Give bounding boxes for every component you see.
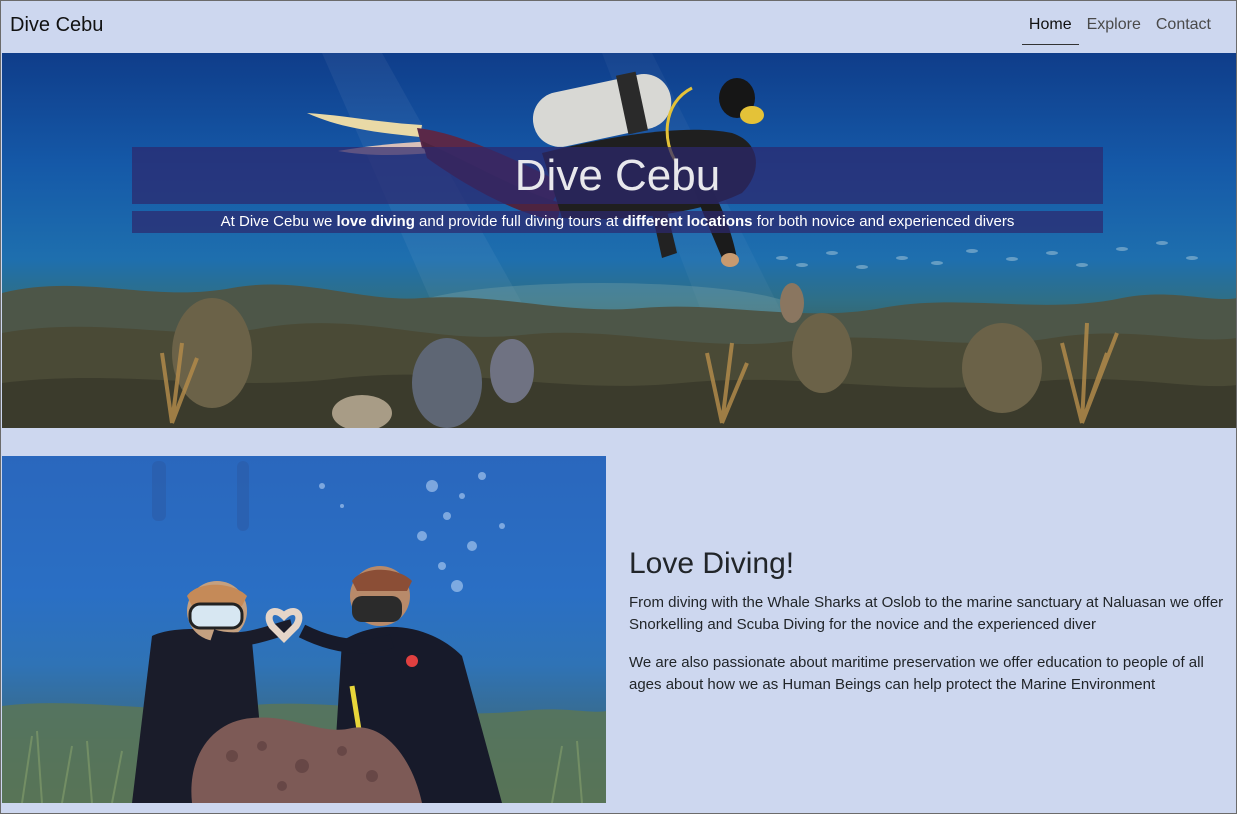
hero-banner: Dive Cebu At Dive Cebu we love diving an…	[2, 53, 1236, 428]
hero-subtitle-text: At Dive Cebu we	[220, 213, 337, 230]
hero-underwater-image	[2, 53, 1236, 428]
hero-subtitle-emphasis: different locations	[622, 213, 753, 230]
intro-paragraph: We are also passionate about maritime pr…	[629, 654, 1204, 693]
nav-links: Home Explore Contact	[1021, 2, 1218, 53]
brand-logo-link[interactable]: Dive Cebu	[10, 14, 103, 37]
hero-subtitle-emphasis: love diving	[336, 213, 415, 230]
hero-subtitle-text: for both novice and experienced divers	[752, 213, 1015, 230]
nav-link-contact[interactable]: Contact	[1149, 2, 1218, 45]
intro-paragraph: From diving with the Whale Sharks at Osl…	[629, 594, 1224, 633]
hero-subtitle-text: and provide full diving tours at	[414, 213, 623, 230]
navbar: Dive Cebu Home Explore Contact	[2, 2, 1236, 53]
intro-section: Love Diving! From diving with the Whale …	[629, 546, 1229, 712]
nav-link-home[interactable]: Home	[1021, 2, 1079, 45]
divers-heart-photo	[2, 456, 606, 803]
nav-link-explore[interactable]: Explore	[1080, 2, 1148, 45]
hero-subtitle: At Dive Cebu we love diving and provide …	[132, 211, 1103, 233]
intro-heading: Love Diving!	[629, 547, 795, 580]
hero-title: Dive Cebu	[514, 151, 721, 200]
browser-page: Dive Cebu Home Explore Contact Dive Cebu…	[0, 0, 1237, 814]
divers-photo-image	[2, 461, 606, 803]
